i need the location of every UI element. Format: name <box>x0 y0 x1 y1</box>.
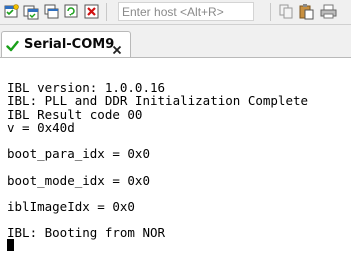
terminal-line: IBL Result code 00 <box>7 106 143 122</box>
terminal-cursor-line <box>7 239 308 252</box>
terminal-line: boot_para_idx = 0x0 <box>7 146 150 162</box>
tab-label: Serial-COM9 <box>24 37 115 52</box>
terminal-output[interactable]: IBL version: 1.0.0.16 IBL: PLL and DDR In… <box>0 57 351 273</box>
disconnect-icon[interactable] <box>83 3 100 20</box>
toolbar: Enter host <Alt+R> <box>0 0 351 24</box>
clone-session-icon[interactable] <box>43 3 60 20</box>
terminal-line: boot_mode_idx = 0x0 <box>7 172 150 188</box>
terminal-text: IBL version: 1.0.0.16 IBL: PLL and DDR In… <box>7 68 308 253</box>
copy-icon[interactable] <box>278 3 295 20</box>
tab-serial-com9[interactable]: Serial-COM9 <box>1 31 131 58</box>
paste-icon[interactable] <box>298 3 315 20</box>
options-icon[interactable] <box>63 3 80 20</box>
toolbar-separator <box>106 3 107 21</box>
terminal-line: IBL: PLL and DDR Initialization Complete <box>7 93 309 109</box>
terminal-line: v = 0x40d <box>7 119 75 135</box>
print-icon[interactable] <box>320 3 337 20</box>
terminal-line: iblImageIdx = 0x0 <box>7 198 135 214</box>
new-session-icon[interactable] <box>3 3 20 20</box>
connected-check-icon <box>6 38 19 52</box>
tab-bar: Serial-COM9 <box>0 24 351 58</box>
open-session-icon[interactable] <box>23 3 40 20</box>
close-icon[interactable] <box>112 40 122 55</box>
toolbar-separator <box>270 3 271 21</box>
host-input[interactable]: Enter host <Alt+R> <box>118 2 254 21</box>
cursor <box>7 239 14 252</box>
terminal-line: IBL: Booting from NOR <box>7 225 166 241</box>
